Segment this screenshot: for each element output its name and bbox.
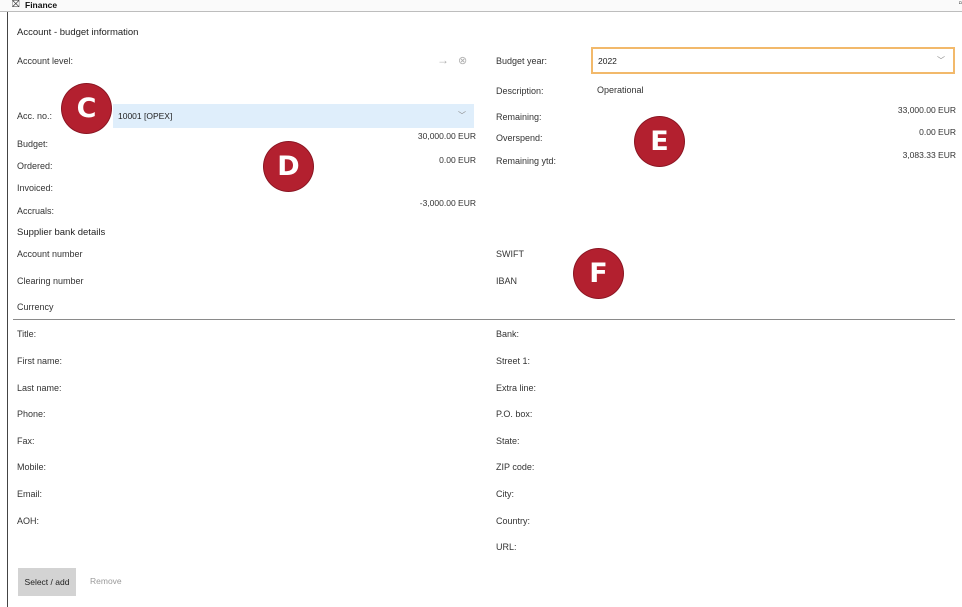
- callout-d: D: [264, 142, 313, 191]
- chevron-down-icon: ﹀: [458, 111, 466, 120]
- mobile-label: Mobile:: [17, 462, 47, 472]
- iban-label: IBAN: [496, 276, 518, 286]
- accruals-label: Accruals:: [17, 206, 55, 216]
- budget-label: Budget:: [17, 139, 49, 149]
- callout-f: F: [574, 249, 623, 298]
- budget-year-label: Budget year:: [496, 56, 548, 66]
- budget-year-value: 2022: [598, 55, 617, 66]
- acc-no-value: 10001 [OPEX]: [118, 111, 173, 121]
- budget-year-select[interactable]: 2022 ﹀: [591, 47, 955, 74]
- callout-c: C: [62, 84, 111, 133]
- email-label: Email:: [17, 489, 43, 499]
- acc-no-select[interactable]: 10001 [OPEX] ﹀: [113, 104, 474, 128]
- finance-app-icon: ⛝: [12, 0, 20, 10]
- description-label: Description:: [496, 86, 544, 96]
- description-value: Operational: [597, 85, 644, 95]
- swift-label: SWIFT: [496, 249, 524, 259]
- aoh-label: AOH:: [17, 516, 40, 526]
- supplier-bank-title: Supplier bank details: [17, 227, 106, 238]
- remove-button[interactable]: Remove: [90, 576, 122, 586]
- state-label: State:: [496, 436, 520, 446]
- extra-line-label: Extra line:: [496, 383, 537, 393]
- restore-icon[interactable]: ▫: [958, 0, 962, 9]
- window-title: Finance: [25, 0, 58, 10]
- currency-label: Currency: [17, 302, 54, 312]
- ordered-label: Ordered:: [17, 161, 53, 171]
- remaining-ytd-value: 3,083.33 EUR: [902, 150, 956, 160]
- phone-label: Phone:: [17, 409, 46, 419]
- bank-label: Bank:: [496, 329, 520, 339]
- section-divider: [13, 319, 955, 320]
- account-level-label: Account level:: [17, 56, 74, 66]
- accruals-value: -3,000.00 EUR: [419, 198, 476, 208]
- arrow-right-icon[interactable]: →: [437, 53, 449, 67]
- remaining-value: 33,000.00 EUR: [897, 105, 956, 115]
- budget-value: 30,000.00 EUR: [417, 131, 476, 141]
- last-name-label: Last name:: [17, 383, 62, 393]
- city-label: City:: [496, 489, 514, 499]
- remaining-label: Remaining:: [496, 112, 542, 122]
- invoiced-label: Invoiced:: [17, 183, 54, 193]
- ordered-value: 0.00 EUR: [439, 155, 476, 165]
- first-name-label: First name:: [17, 356, 63, 366]
- section-title: Account - budget information: [17, 27, 139, 38]
- country-label: Country:: [496, 516, 531, 526]
- fax-label: Fax:: [17, 436, 35, 446]
- po-box-label: P.O. box:: [496, 409, 533, 419]
- clearing-number-label: Clearing number: [17, 276, 84, 286]
- chevron-down-icon: ﹀: [937, 56, 945, 65]
- window-left-border: [7, 12, 8, 607]
- street1-label: Street 1:: [496, 356, 531, 366]
- zip-code-label: ZIP code:: [496, 462, 535, 472]
- account-number-label: Account number: [17, 249, 83, 259]
- overspend-value: 0.00 EUR: [919, 127, 956, 137]
- overspend-label: Overspend:: [496, 133, 543, 143]
- clear-icon[interactable]: ⊗: [458, 54, 467, 67]
- title-label: Title:: [17, 329, 37, 339]
- url-label: URL:: [496, 542, 517, 552]
- acc-no-label: Acc. no.:: [17, 111, 53, 121]
- select-add-button[interactable]: Select / add: [18, 568, 76, 596]
- remaining-ytd-label: Remaining ytd:: [496, 156, 557, 166]
- window-titlebar: ⛝ Finance ▫: [0, 0, 962, 12]
- callout-e: E: [635, 117, 684, 166]
